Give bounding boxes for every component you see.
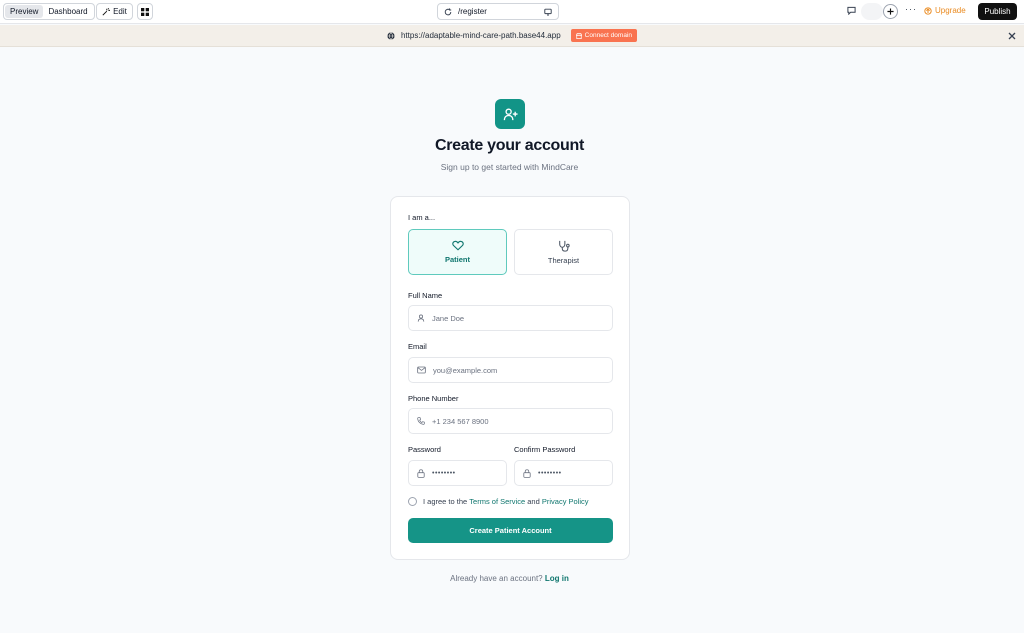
upgrade-icon	[924, 6, 932, 15]
role-option-therapist[interactable]: Therapist	[514, 229, 613, 275]
more-button[interactable]: ···	[905, 4, 917, 14]
plus-icon	[887, 8, 894, 15]
avatar[interactable]	[861, 3, 883, 20]
logo-badge	[495, 99, 525, 129]
stethoscope-icon	[558, 240, 570, 252]
email-field[interactable]: you@example.com	[408, 357, 613, 383]
chat-icon[interactable]	[847, 6, 856, 15]
heart-icon	[451, 240, 464, 251]
register-card: I am a... Patient Therapist Full Name Ja…	[390, 196, 630, 560]
full-name-label: Full Name	[408, 291, 443, 300]
top-toolbar: Preview Dashboard Edit /register ··· Upg…	[0, 0, 1024, 24]
password-placeholder: ••••••••	[432, 469, 456, 477]
confirm-password-placeholder: ••••••••	[538, 469, 562, 477]
terms-agreement: I agree to the Terms of Service and Priv…	[408, 497, 589, 506]
password-field[interactable]: ••••••••	[408, 460, 507, 486]
privacy-link[interactable]: Privacy Policy	[542, 497, 589, 506]
add-button[interactable]	[883, 4, 898, 19]
edit-label: Edit	[113, 7, 127, 16]
app-url[interactable]: https://adaptable-mind-care-path.base44.…	[401, 31, 561, 40]
route-text[interactable]: /register	[458, 7, 544, 16]
agree-checkbox[interactable]	[408, 497, 417, 506]
refresh-icon[interactable]	[444, 7, 452, 16]
confirm-password-label: Confirm Password	[514, 445, 576, 454]
login-prompt-text: Already have an account?	[450, 574, 543, 583]
view-toggle: Preview Dashboard	[3, 3, 95, 20]
close-icon[interactable]	[1008, 32, 1016, 40]
connect-domain-label: Connect domain	[584, 32, 632, 39]
user-plus-icon	[503, 107, 518, 120]
agree-prefix: I agree to the	[423, 497, 468, 506]
create-account-button[interactable]: Create Patient Account	[408, 518, 613, 543]
email-label: Email	[408, 342, 427, 351]
mail-icon	[417, 366, 426, 374]
confirm-password-field[interactable]: ••••••••	[514, 460, 613, 486]
dashboard-tab[interactable]: Dashboard	[43, 5, 92, 18]
password-label: Password	[408, 445, 441, 454]
magic-wand-icon	[102, 7, 111, 16]
grid-icon	[141, 7, 149, 16]
route-bar[interactable]: /register	[437, 3, 559, 20]
phone-label: Phone Number	[408, 394, 459, 403]
publish-button[interactable]: Publish	[978, 3, 1017, 20]
login-prompt: Already have an account? Log in	[0, 574, 1019, 583]
role-label-therapist: Therapist	[547, 255, 580, 265]
store-icon	[575, 32, 582, 39]
user-icon	[417, 314, 425, 322]
phone-icon	[417, 417, 425, 425]
lock-icon	[523, 468, 531, 478]
role-option-patient[interactable]: Patient	[408, 229, 507, 275]
upgrade-label: Upgrade	[935, 6, 966, 15]
login-link[interactable]: Log in	[545, 574, 569, 583]
apps-grid-button[interactable]	[137, 3, 153, 20]
device-preview-icon[interactable]	[544, 8, 552, 16]
full-name-placeholder: Jane Doe	[432, 313, 465, 323]
email-placeholder: you@example.com	[433, 365, 498, 375]
phone-placeholder: +1 234 567 8900	[432, 416, 489, 426]
edit-button[interactable]: Edit	[96, 3, 133, 20]
full-name-field[interactable]: Jane Doe	[408, 305, 613, 331]
connect-domain-button[interactable]: Connect domain	[570, 29, 637, 42]
page-subtitle: Sign up to get started with MindCare	[440, 162, 579, 172]
terms-link[interactable]: Terms of Service	[469, 497, 525, 506]
role-prompt: I am a...	[408, 213, 436, 222]
role-label-patient: Patient	[444, 255, 470, 264]
agree-and: and	[527, 497, 540, 506]
preview-tab[interactable]: Preview	[5, 5, 44, 18]
page-title: Create your account	[434, 137, 584, 154]
phone-field[interactable]: +1 234 567 8900	[408, 408, 613, 434]
domain-bar: https://adaptable-mind-care-path.base44.…	[0, 25, 1024, 47]
lock-icon	[417, 468, 425, 478]
globe-icon	[387, 31, 395, 40]
upgrade-button[interactable]: Upgrade	[924, 6, 966, 15]
